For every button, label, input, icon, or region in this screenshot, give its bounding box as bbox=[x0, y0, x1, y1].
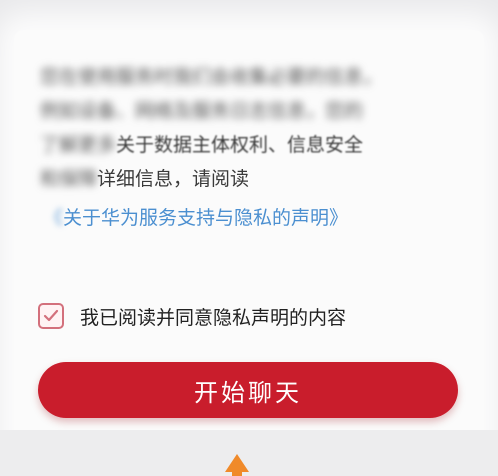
start-chat-button[interactable]: 开始聊天 bbox=[38, 362, 458, 418]
checkmark-icon bbox=[43, 309, 59, 322]
privacy-line: 例如设备、网络及服务日志信息，您的 bbox=[40, 100, 364, 122]
consent-row[interactable]: 我已阅读并同意隐私声明的内容 bbox=[38, 300, 346, 332]
privacy-line: 和保障详细信息，请阅读 bbox=[40, 168, 250, 190]
privacy-statement-link[interactable]: 《关于华为服务支持与隐私的声明》 bbox=[44, 203, 348, 230]
arrow-up-icon bbox=[225, 454, 249, 476]
consent-checkbox[interactable] bbox=[38, 303, 64, 329]
privacy-line: 了解更多关于数据主体权利、信息安全 bbox=[40, 134, 364, 156]
privacy-notice-text: 您在使用服务时我们会收集必要的信息， 例如设备、网络及服务日志信息，您的 了解更… bbox=[40, 60, 460, 196]
privacy-line: 您在使用服务时我们会收集必要的信息， bbox=[40, 66, 383, 88]
consent-label: 我已阅读并同意隐私声明的内容 bbox=[80, 306, 347, 329]
